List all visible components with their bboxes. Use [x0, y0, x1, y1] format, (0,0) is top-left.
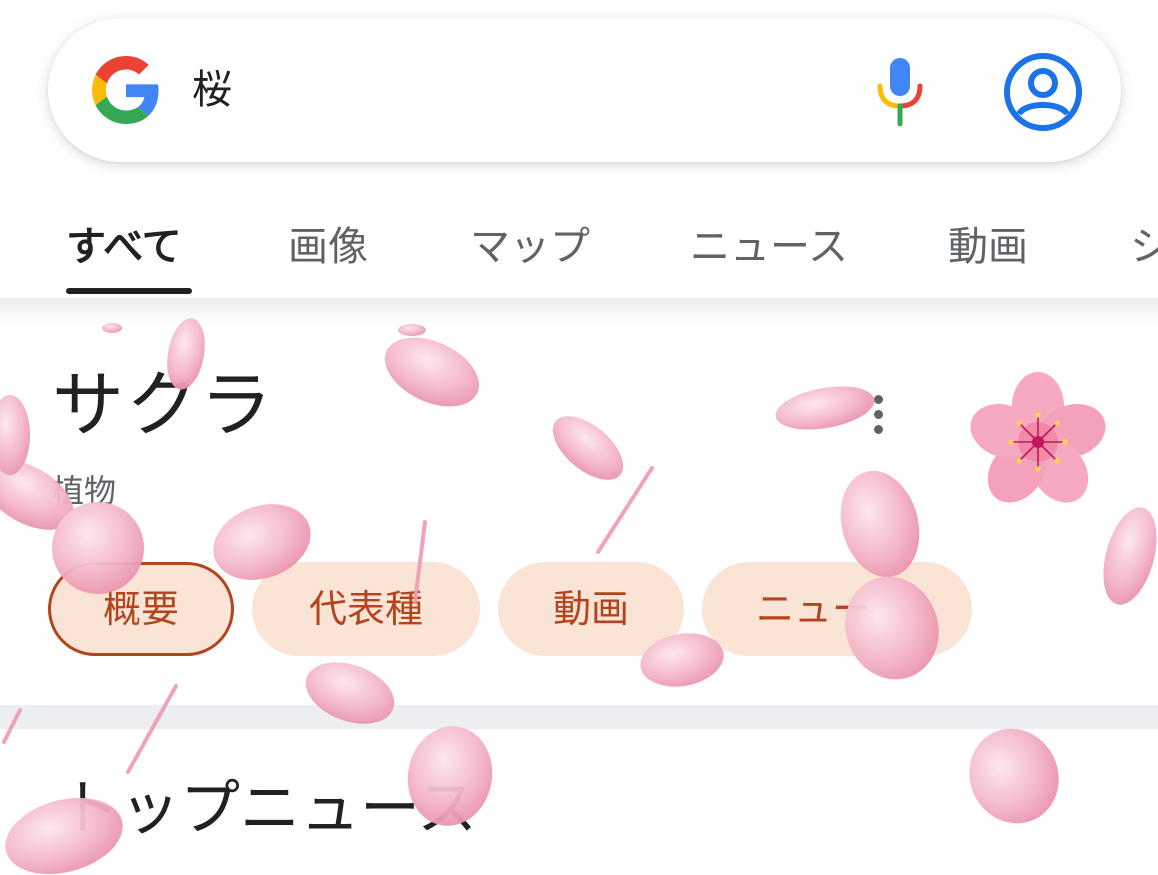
- petal: [0, 395, 30, 475]
- sakura-blossom-icon[interactable]: [968, 372, 1108, 512]
- tab-all[interactable]: すべて: [66, 222, 182, 272]
- tab-news[interactable]: ニュース: [690, 222, 848, 272]
- microphone-icon[interactable]: [874, 56, 926, 126]
- tab-images[interactable]: 画像: [288, 222, 368, 272]
- entity-title: サクラ: [52, 363, 275, 447]
- chip-representative-species[interactable]: 代表種: [252, 562, 480, 656]
- search-bar[interactable]: 桜: [48, 18, 1121, 162]
- petal-edge: [126, 684, 178, 774]
- google-logo-icon: [92, 56, 159, 124]
- active-tab-indicator: [66, 288, 192, 294]
- petal: [775, 386, 875, 430]
- search-tabs: すべて 画像 マップ ニュース 動画 シ: [0, 200, 1158, 298]
- chip-videos[interactable]: 動画: [498, 562, 684, 656]
- section-divider: [0, 705, 1158, 729]
- tab-maps[interactable]: マップ: [470, 222, 590, 272]
- petal-edge: [596, 466, 654, 554]
- petal: [969, 728, 1059, 824]
- chip-overview[interactable]: 概要: [48, 562, 234, 656]
- petal: [1103, 507, 1157, 605]
- tab-videos[interactable]: 動画: [948, 222, 1028, 272]
- tabs-divider: [0, 298, 1158, 326]
- search-query[interactable]: 桜: [192, 64, 232, 116]
- petal: [384, 337, 480, 407]
- account-circle-icon[interactable]: [1003, 52, 1083, 132]
- tab-shopping[interactable]: シ: [1130, 222, 1158, 272]
- more-vert-icon[interactable]: [866, 392, 890, 438]
- top-news-heading: トップニュース: [60, 774, 477, 844]
- chip-news[interactable]: ニュー: [702, 562, 972, 656]
- entity-subtitle: 植物: [52, 472, 117, 510]
- petal: [552, 416, 624, 480]
